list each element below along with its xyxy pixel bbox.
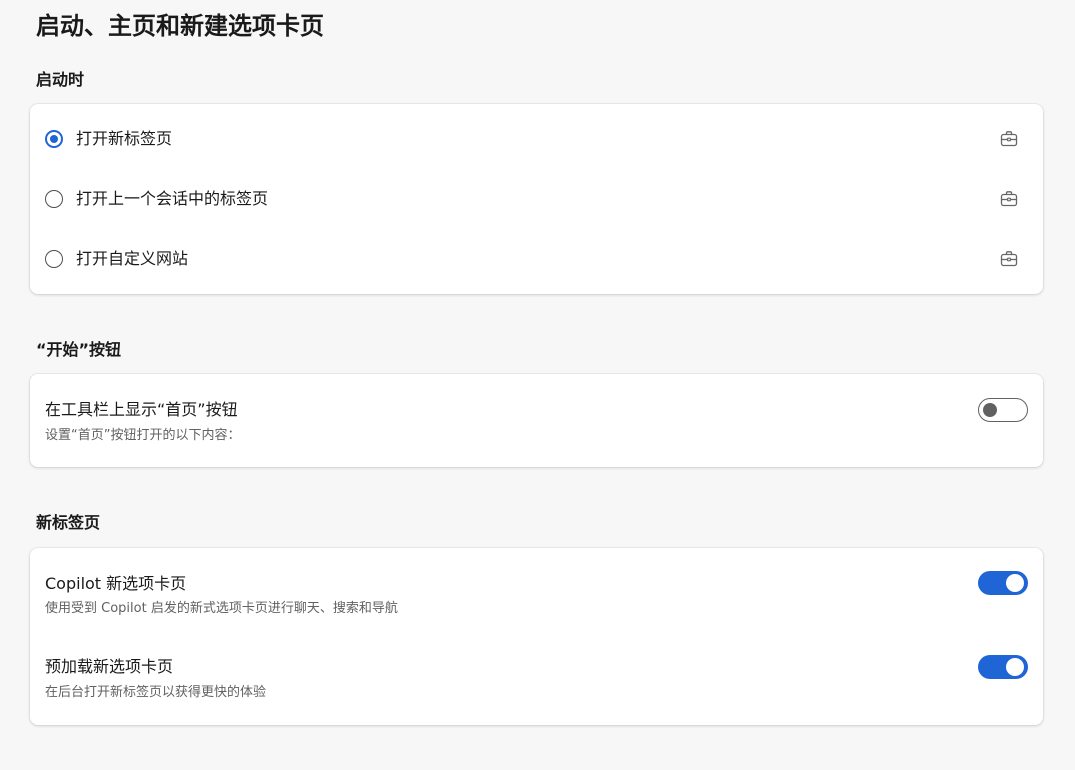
startup-option-previous-session-label: 打开上一个会话中的标签页 <box>76 189 269 208</box>
new-tab-heading: 新标签页 <box>36 513 101 532</box>
briefcase-icon <box>1000 131 1018 147</box>
settings-page: 启动、主页和新建选项卡页 启动时 打开新标签页 打开上一个会话中的标签页 打开自… <box>0 0 1075 770</box>
briefcase-icon <box>1000 251 1018 267</box>
home-button-heading: “开始”按钮 <box>36 340 122 359</box>
home-button-description: 设置“首页”按钮打开的以下内容： <box>45 428 241 443</box>
startup-option-new-tab[interactable]: 打开新标签页 <box>30 104 1043 164</box>
startup-option-previous-session-radio[interactable] <box>45 190 63 208</box>
home-button-setting: 在工具栏上显示“首页”按钮 设置“首页”按钮打开的以下内容： <box>30 374 1043 467</box>
preload-new-tab-setting: 预加载新选项卡页 在后台打开新标签页以获得更快的体验 <box>30 634 1043 725</box>
preload-new-tab-title: 预加载新选项卡页 <box>45 657 174 676</box>
startup-option-new-tab-radio[interactable] <box>45 130 63 148</box>
toggle-knob <box>1006 574 1024 592</box>
copilot-new-tab-toggle[interactable] <box>978 571 1028 595</box>
page-title: 启动、主页和新建选项卡页 <box>36 12 324 40</box>
startup-option-custom-sites-label: 打开自定义网站 <box>76 249 189 268</box>
startup-option-custom-sites[interactable]: 打开自定义网站 <box>30 224 1043 284</box>
home-button-toggle[interactable] <box>978 398 1028 422</box>
home-button-card: 在工具栏上显示“首页”按钮 设置“首页”按钮打开的以下内容： <box>30 374 1043 467</box>
preload-new-tab-toggle[interactable] <box>978 655 1028 679</box>
copilot-new-tab-description: 使用受到 Copilot 启发的新式选项卡页进行聊天、搜索和导航 <box>45 601 398 616</box>
toggle-knob <box>1006 658 1024 676</box>
home-button-title: 在工具栏上显示“首页”按钮 <box>45 400 238 419</box>
new-tab-card: Copilot 新选项卡页 使用受到 Copilot 启发的新式选项卡页进行聊天… <box>30 548 1043 725</box>
startup-option-new-tab-label: 打开新标签页 <box>76 129 173 148</box>
copilot-new-tab-setting: Copilot 新选项卡页 使用受到 Copilot 启发的新式选项卡页进行聊天… <box>30 548 1043 634</box>
startup-card: 打开新标签页 打开上一个会话中的标签页 打开自定义网站 <box>30 104 1043 294</box>
startup-heading: 启动时 <box>36 70 85 89</box>
copilot-new-tab-title: Copilot 新选项卡页 <box>45 574 187 593</box>
toggle-knob <box>983 402 997 417</box>
startup-option-previous-session[interactable]: 打开上一个会话中的标签页 <box>30 164 1043 224</box>
preload-new-tab-description: 在后台打开新标签页以获得更快的体验 <box>45 685 267 700</box>
startup-option-custom-sites-radio[interactable] <box>45 250 63 268</box>
briefcase-icon <box>1000 191 1018 207</box>
